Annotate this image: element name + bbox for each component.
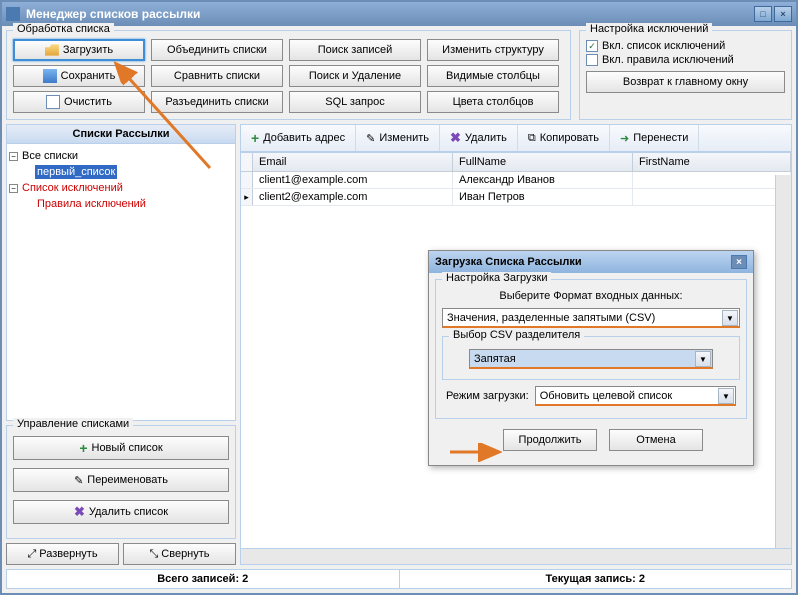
load-list-dialog: Загрузка Списка Рассылки × Настройка Заг…	[428, 250, 754, 466]
maximize-button[interactable]: □	[754, 6, 772, 22]
copy-button[interactable]: ⧉Копировать	[518, 125, 610, 151]
close-button[interactable]: ×	[774, 6, 792, 22]
row-indicator: ▸	[241, 189, 253, 205]
dialog-title: Загрузка Списка Рассылки	[435, 256, 731, 268]
window-title: Менеджер списков рассылки	[26, 7, 752, 21]
move-button[interactable]: ➜Перенести	[610, 125, 699, 151]
clear-button[interactable]: Очистить	[13, 91, 145, 113]
sql-query-button[interactable]: SQL запрос	[289, 91, 421, 113]
search-delete-button[interactable]: Поиск и Удаление	[289, 65, 421, 87]
load-button[interactable]: Загрузить	[13, 39, 145, 61]
rename-button[interactable]: ✎Переименовать	[13, 468, 229, 492]
table-row[interactable]: ▸ client2@example.com Иван Петров	[241, 189, 791, 206]
processing-legend: Обработка списка	[13, 23, 114, 35]
mode-label: Режим загрузки:	[446, 390, 529, 402]
disk-icon	[43, 69, 57, 83]
expand-icon: ⤢	[27, 548, 36, 561]
status-current-record: Текущая запись: 2	[400, 569, 793, 589]
format-label: Выберите Формат входных данных:	[442, 288, 740, 308]
expand-button[interactable]: ⤢Развернуть	[6, 543, 119, 565]
table-row[interactable]: client1@example.com Александр Иванов	[241, 172, 791, 189]
chevron-down-icon: ▼	[718, 388, 734, 404]
row-indicator-header	[241, 153, 253, 171]
column-colors-button[interactable]: Цвета столбцов	[427, 91, 559, 113]
vertical-scrollbar[interactable]	[775, 175, 791, 548]
toolbar: +Добавить адрес ✎Изменить ✖Удалить ⧉Копи…	[240, 124, 792, 152]
manage-legend: Управление списками	[13, 418, 133, 430]
tree-all-lists[interactable]: Все списки	[20, 149, 80, 163]
move-icon: ➜	[620, 132, 629, 145]
file-icon	[46, 95, 60, 109]
status-total-records: Всего записей: 2	[6, 569, 400, 589]
col-firstname-header[interactable]: FirstName	[633, 153, 791, 171]
delimiter-group: Выбор CSV разделителя Запятая ▼	[442, 336, 740, 380]
row-indicator	[241, 172, 253, 188]
tree-collapse-icon[interactable]: −	[9, 184, 18, 193]
visible-columns-button[interactable]: Видимые столбцы	[427, 65, 559, 87]
app-icon	[6, 7, 20, 21]
collapse-button[interactable]: ⤡Свернуть	[123, 543, 236, 565]
collapse-icon: ⤡	[149, 548, 158, 561]
exclusions-legend: Настройка исключений	[586, 23, 712, 35]
include-exclusion-rules-label: Вкл. правила исключений	[602, 54, 734, 66]
col-fullname-header[interactable]: FullName	[453, 153, 633, 171]
continue-button[interactable]: Продолжить	[503, 429, 597, 451]
include-exclusion-rules-checkbox[interactable]	[586, 54, 598, 66]
processing-group: Обработка списка Загрузить Сохранить Очи…	[6, 30, 571, 120]
tree-exclusion-list[interactable]: Список исключений	[20, 181, 125, 195]
load-settings-legend: Настройка Загрузки	[442, 272, 551, 284]
tree-exclusion-rules[interactable]: Правила исключений	[35, 197, 148, 211]
format-combo[interactable]: Значения, разделенные запятыми (CSV) ▼	[442, 308, 740, 328]
plus-icon: +	[251, 130, 259, 146]
tree-title: Списки Рассылки	[7, 125, 235, 144]
merge-lists-button[interactable]: Объединить списки	[151, 39, 283, 61]
delete-list-button[interactable]: ✖Удалить список	[13, 500, 229, 524]
chevron-down-icon: ▼	[695, 351, 711, 367]
delete-icon: ✖	[450, 130, 461, 146]
delete-button[interactable]: ✖Удалить	[440, 125, 518, 151]
load-settings-group: Настройка Загрузки Выберите Формат входн…	[435, 279, 747, 419]
return-to-main-button[interactable]: Возврат к главному окну	[586, 71, 785, 93]
search-records-button[interactable]: Поиск записей	[289, 39, 421, 61]
delete-icon: ✖	[74, 504, 85, 520]
folder-icon	[45, 43, 59, 57]
plus-icon: +	[79, 440, 87, 456]
cancel-button[interactable]: Отмена	[609, 429, 703, 451]
dialog-titlebar: Загрузка Списка Рассылки ×	[429, 251, 753, 273]
compare-lists-button[interactable]: Сравнить списки	[151, 65, 283, 87]
include-exclusion-list-label: Вкл. список исключений	[602, 40, 725, 52]
col-email-header[interactable]: Email	[253, 153, 453, 171]
pencil-icon: ✎	[74, 474, 83, 487]
add-address-button[interactable]: +Добавить адрес	[241, 125, 356, 151]
save-button[interactable]: Сохранить	[13, 65, 145, 87]
copy-icon: ⧉	[528, 132, 536, 145]
split-lists-button[interactable]: Разъединить списки	[151, 91, 283, 113]
horizontal-scrollbar[interactable]	[240, 549, 792, 565]
manage-lists-group: Управление списками +Новый список ✎Переи…	[6, 425, 236, 539]
delimiter-combo[interactable]: Запятая ▼	[469, 349, 713, 369]
pencil-icon: ✎	[366, 132, 375, 145]
dialog-close-button[interactable]: ×	[731, 255, 747, 269]
tree-panel: Списки Рассылки −Все списки первый_списо…	[6, 124, 236, 421]
new-list-button[interactable]: +Новый список	[13, 436, 229, 460]
chevron-down-icon: ▼	[722, 310, 738, 326]
edit-button[interactable]: ✎Изменить	[356, 125, 440, 151]
change-structure-button[interactable]: Изменить структуру	[427, 39, 559, 61]
tree-collapse-icon[interactable]: −	[9, 152, 18, 161]
delimiter-legend: Выбор CSV разделителя	[449, 329, 584, 341]
include-exclusion-list-checkbox[interactable]: ✓	[586, 40, 598, 52]
exclusions-group: Настройка исключений ✓ Вкл. список исклю…	[579, 30, 792, 120]
mode-combo[interactable]: Обновить целевой список ▼	[535, 386, 736, 406]
tree-first-list[interactable]: первый_список	[35, 165, 117, 179]
